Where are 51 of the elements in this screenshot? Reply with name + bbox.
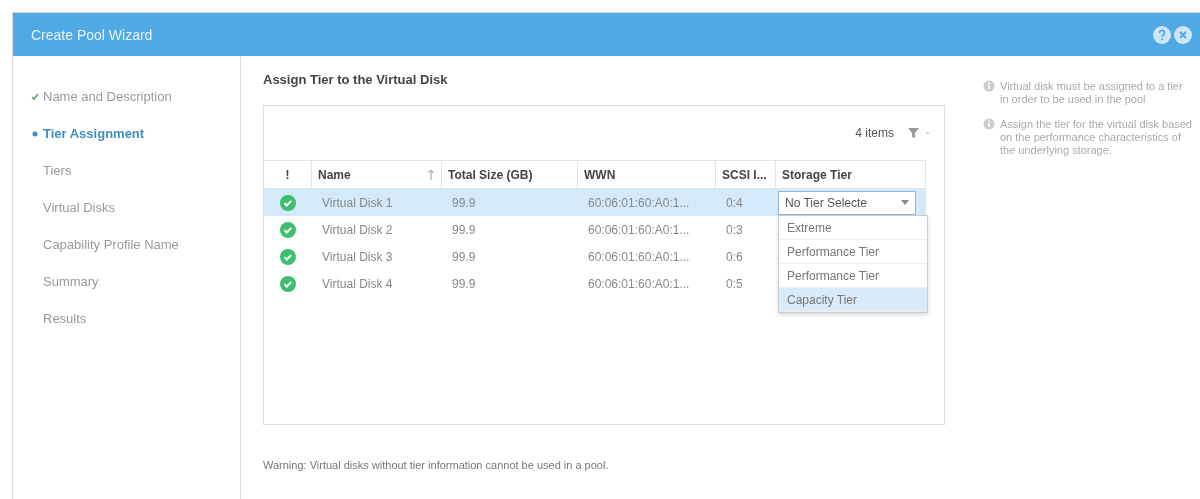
table-cell-text: Virtual Disk 4 [321, 275, 394, 293]
wizard-step[interactable]: Name and Description [31, 78, 240, 115]
check-circle-icon [280, 194, 296, 211]
wizard-step[interactable]: Capability Profile Name [31, 226, 240, 263]
dropdown-option[interactable]: Performance Tier [779, 240, 927, 264]
table-cell: Virtual Disk 1 [312, 189, 442, 216]
wizard-step[interactable]: Tiers [31, 152, 240, 189]
wizard-step[interactable]: Tier Assignment [31, 115, 240, 152]
column-header[interactable]: WWN [578, 160, 716, 189]
dropdown-option[interactable]: Extreme [779, 216, 927, 240]
close-icon[interactable] [1174, 25, 1192, 44]
window-title: Create Pool Wizard [31, 26, 154, 43]
caret-icon [901, 200, 909, 205]
table-cell-text: 60:06:01:60:A0:1... [587, 221, 691, 239]
table-cell-text: 99.9 [451, 275, 477, 293]
check-icon [31, 92, 39, 101]
filter-icon[interactable] [908, 127, 930, 139]
sort-up-icon [427, 169, 435, 180]
table-cell-text: 99.9 [451, 221, 477, 239]
table-cell-text: 0:6 [725, 248, 744, 266]
tier-dropdown[interactable]: No Tier Selecte [778, 190, 916, 215]
dropdown-option[interactable]: Performance Tier [779, 264, 927, 288]
check-circle-icon [280, 221, 296, 238]
table-cell-text: 0:3 [725, 221, 744, 239]
check-circle-icon [280, 275, 296, 292]
item-count: 4 items [855, 126, 894, 140]
wizard-step[interactable]: Results [31, 300, 240, 337]
table-cell-text: Virtual Disk 2 [321, 221, 394, 239]
table-cell-text: 0:5 [725, 275, 744, 293]
table-cell: 60:06:01:60:A0:1... [578, 189, 716, 216]
table-cell-text: Virtual Disk 3 [321, 248, 394, 266]
table-cell-text: 99.9 [451, 248, 477, 266]
table-cell: 0:4 [716, 189, 776, 216]
help-note: Virtual disk must be assigned to a tier in order to be used in the pool [1000, 80, 1184, 106]
wizard-step[interactable]: Summary [31, 263, 240, 300]
column-header[interactable]: Storage Tier [776, 160, 926, 189]
table-cell-text: 60:06:01:60:A0:1... [587, 275, 691, 293]
dropdown-option[interactable]: Capacity Tier [779, 288, 927, 312]
help-note: Assign the tier for the virtual disk based on the performance characteristics of the underlying storage. [1000, 118, 1193, 157]
column-header[interactable]: Total Size (GB) [442, 160, 578, 189]
help-icon[interactable] [1153, 25, 1171, 44]
check-circle-icon [280, 248, 296, 265]
info-icon [983, 80, 995, 92]
table-cell: 99.9 [442, 189, 578, 216]
warning-text: Warning: Virtual disks without tier information cannot be used in a pool. [263, 459, 610, 471]
section-heading: Assign Tier to the Virtual Disk [263, 72, 449, 87]
wizard-step[interactable]: Virtual Disks [31, 189, 240, 226]
table-cell-text: 60:06:01:60:A0:1... [587, 248, 691, 266]
info-icon [983, 118, 995, 130]
bullet-icon [31, 129, 39, 138]
column-header[interactable]: Name [312, 160, 442, 189]
